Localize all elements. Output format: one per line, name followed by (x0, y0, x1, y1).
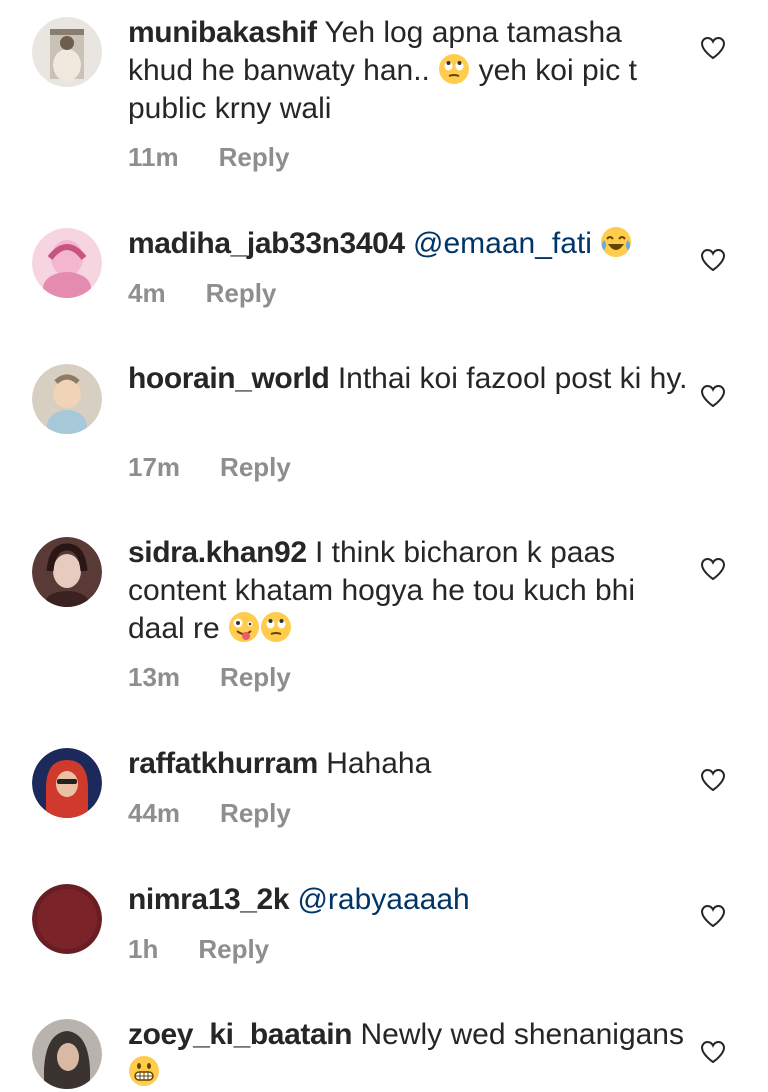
comment-time: 11m (128, 142, 179, 172)
comment-meta: 13m Reply (128, 662, 291, 693)
heart-icon[interactable] (700, 36, 726, 60)
comment-username[interactable]: madiha_jab33n3404 (128, 227, 405, 260)
heart-icon[interactable] (700, 768, 726, 792)
comment-body: Inthai koi fazool post ki hy. (337, 362, 688, 395)
reply-button[interactable]: Reply (220, 798, 291, 829)
heart-icon[interactable] (700, 904, 726, 928)
comment-text: zoey_ki_baatain Newly wed shenanigans (128, 1016, 688, 1092)
comment-username[interactable]: sidra.khan92 (128, 536, 307, 569)
comment-text: raffatkhurram Hahaha (128, 745, 688, 783)
avatar[interactable] (32, 364, 102, 434)
comment-username[interactable]: zoey_ki_baatain (128, 1018, 353, 1051)
comment-username[interactable]: hoorain_world (128, 362, 330, 395)
heart-icon[interactable] (700, 248, 726, 272)
face-with-tears-of-joy-icon (600, 226, 632, 258)
comment-time: 13m (128, 662, 181, 692)
comment-time: 1h (128, 934, 159, 964)
avatar[interactable] (32, 537, 102, 607)
comment-body: Newly wed shenanigans (360, 1018, 684, 1051)
comment-text: nimra13_2k @rabyaaaah (128, 881, 688, 919)
heart-icon[interactable] (700, 557, 726, 581)
comment-time: 4m (128, 278, 166, 308)
comment-text: munibakashif Yeh log apna tamasha khud h… (128, 14, 688, 128)
comment-meta: 44m Reply (128, 798, 291, 829)
comment-meta: 17m Reply (128, 452, 291, 483)
avatar[interactable] (32, 1019, 102, 1089)
comment-text: sidra.khan92 I think bicharon k paas con… (128, 534, 688, 648)
comment-text: hoorain_world Inthai koi fazool post ki … (128, 360, 688, 398)
comment-username[interactable]: nimra13_2k (128, 883, 290, 916)
grimacing-face-icon (128, 1055, 160, 1087)
comment-username[interactable]: raffatkhurram (128, 747, 318, 780)
comment-meta: 4m Reply (128, 278, 276, 309)
heart-icon[interactable] (700, 384, 726, 408)
face-with-rolling-eyes-icon (438, 53, 470, 85)
comment-meta: 11m Reply (128, 142, 289, 173)
reply-button[interactable]: Reply (198, 934, 269, 965)
heart-icon[interactable] (700, 1040, 726, 1064)
comment-mention[interactable]: @emaan_fati (413, 227, 592, 260)
comment-time: 44m (128, 798, 181, 828)
face-with-rolling-eyes-icon (260, 611, 292, 643)
zany-face-icon (228, 611, 260, 643)
comment-text: madiha_jab33n3404 @emaan_fati (128, 225, 688, 263)
avatar[interactable] (32, 884, 102, 954)
reply-button[interactable]: Reply (206, 278, 277, 309)
reply-button[interactable]: Reply (220, 452, 291, 483)
reply-button[interactable]: Reply (219, 142, 290, 173)
comment-meta: 1h Reply (128, 934, 269, 965)
comment-body: Hahaha (326, 747, 432, 780)
avatar[interactable] (32, 17, 102, 87)
avatar[interactable] (32, 228, 102, 298)
comment-mention[interactable]: @rabyaaaah (297, 883, 469, 916)
reply-button[interactable]: Reply (220, 662, 291, 693)
avatar[interactable] (32, 748, 102, 818)
comment-time: 17m (128, 452, 181, 482)
comment-username[interactable]: munibakashif (128, 16, 317, 49)
